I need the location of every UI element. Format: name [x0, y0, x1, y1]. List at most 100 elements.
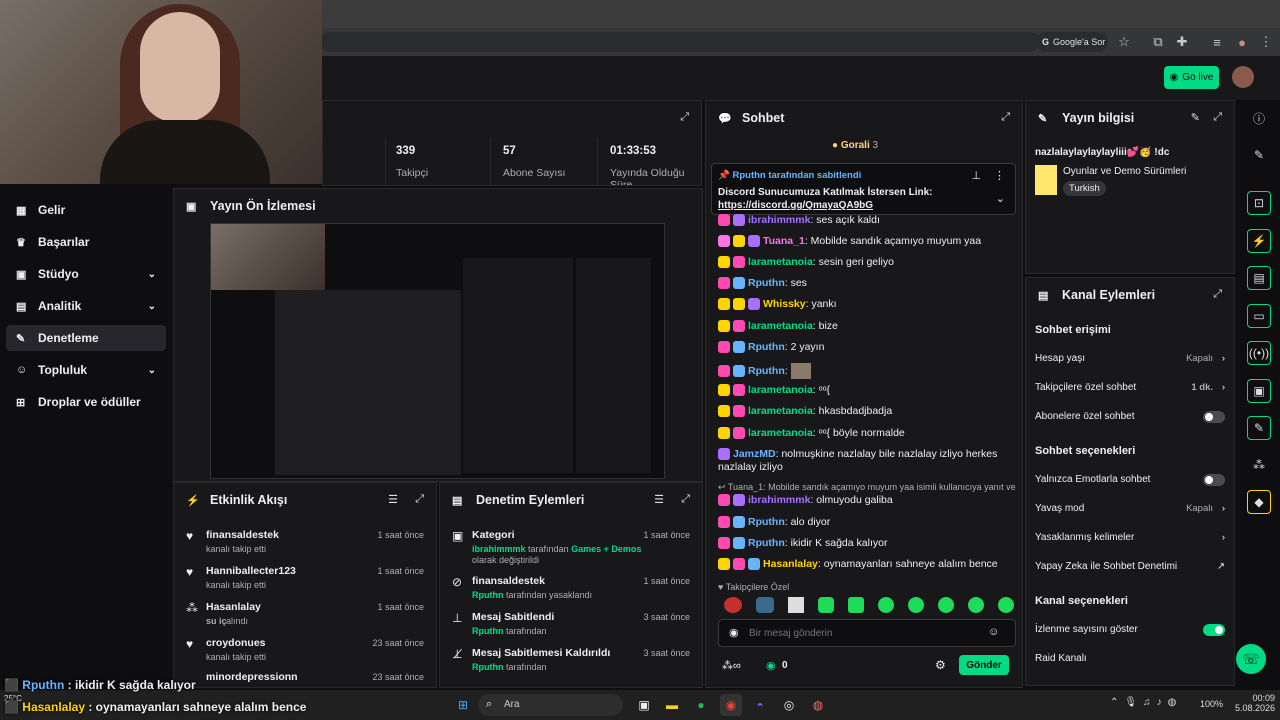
chat-message[interactable]: ibrahimmmk: olmuyodu galiba	[718, 494, 1018, 507]
chat-message[interactable]: JamzMD: nolmuşkine nazlalay bile nazlala…	[718, 448, 1010, 474]
system-tray[interactable]: ⌃🎙♫♪◍	[1110, 697, 1182, 708]
emote-icon[interactable]	[724, 597, 742, 613]
emote-icon[interactable]	[878, 597, 894, 613]
clock[interactable]: 00:09 5.08.2026	[1235, 693, 1275, 713]
show-viewers-setting[interactable]: İzlenme sayısını göster	[1035, 624, 1225, 636]
popout-icon[interactable]: ⤢	[1001, 111, 1010, 124]
raid-channel-action[interactable]: Raid Kanalı	[1035, 653, 1225, 664]
emote-icon[interactable]	[788, 597, 804, 613]
chat-icon[interactable]: ▭	[1247, 304, 1271, 328]
tag-chip[interactable]: Turkish	[1063, 181, 1106, 196]
emote-icon[interactable]	[818, 597, 834, 613]
taskbar-search[interactable]: ⌕ Ara	[478, 694, 623, 716]
popout-icon[interactable]: ⤢	[1213, 111, 1222, 124]
slow-mode-setting[interactable]: Yavaş mod Kapalı ›	[1035, 503, 1225, 514]
chat-message[interactable]: ibrahimmmk: ses açık kaldı	[718, 214, 1018, 227]
reply-context[interactable]: ↩ Tuana_1: Mobilde sandık açamıyo muyum …	[718, 481, 1016, 494]
sidebar-item-drops[interactable]: ⊞ Droplar ve ödüller	[16, 389, 166, 415]
pin-icon[interactable]: ⊥	[971, 169, 981, 182]
popout-icon[interactable]: ⤢	[680, 111, 689, 124]
emote-icon[interactable]	[848, 597, 864, 613]
chat-message[interactable]: larametanoia: bize	[718, 320, 1018, 333]
sidebar-item-achievements[interactable]: ♛ Başarılar	[16, 229, 166, 255]
chat-message[interactable]: Rputhn: alo diyor	[718, 516, 1018, 529]
channel-points-icon[interactable]: ⁂∞	[722, 659, 741, 672]
go-live-button[interactable]: ◉ Go live	[1164, 66, 1219, 89]
windows-start-icon[interactable]: ⊞	[452, 694, 474, 716]
taskview-icon[interactable]: ▣	[633, 694, 655, 716]
filter-icon[interactable]: ☰	[388, 493, 398, 506]
support-icon[interactable]: ☏	[1236, 644, 1266, 674]
pinned-message[interactable]: 📌 Rputhn tarafından sabitlendi Discord S…	[711, 163, 1016, 215]
gear-icon[interactable]: ⚙	[935, 658, 946, 672]
media-icon[interactable]: ≡	[1205, 30, 1229, 54]
chat-message[interactable]: Whissky: yankı	[718, 298, 1018, 311]
more-icon[interactable]: ⋮	[994, 169, 1005, 182]
steam-icon[interactable]: ◎	[778, 694, 800, 716]
sidebar-item-revenue[interactable]: ▦ Gelir	[16, 197, 166, 223]
discord-icon[interactable]: ◓	[749, 694, 771, 716]
document-icon[interactable]: ▤	[1247, 266, 1271, 290]
chat-message[interactable]: Hasanlalay: oynamayanları sahneye alalım…	[718, 558, 1018, 571]
spotify-icon[interactable]: ●	[690, 694, 712, 716]
chat-message[interactable]: Rputhn: ikidir K sağda kalıyor	[718, 537, 1018, 550]
sub-only-toggle[interactable]	[1203, 411, 1225, 423]
address-bar[interactable]	[320, 32, 1040, 52]
send-button[interactable]: Gönder	[959, 655, 1009, 675]
emoji-icon[interactable]: ☺	[988, 626, 999, 638]
popout-icon[interactable]: ⤢	[1213, 288, 1222, 301]
extension-icon[interactable]: ⧉	[1146, 30, 1170, 54]
sidebar-item-community[interactable]: ☺ Topluluk ⌄	[16, 357, 166, 383]
chat-message[interactable]: larametanoia: hkasbdadjbadja	[718, 405, 1018, 418]
chat-message[interactable]: Rputhn:	[718, 363, 1018, 379]
menu-icon[interactable]: ⋮	[1254, 30, 1278, 54]
channel-points-icon[interactable]: ⁂	[1247, 453, 1271, 477]
chat-input[interactable]	[718, 619, 1016, 647]
chrome-icon[interactable]: ◉	[720, 694, 742, 716]
emote-only-toggle[interactable]	[1203, 474, 1225, 486]
emote-icon[interactable]	[756, 597, 774, 613]
filter-icon[interactable]: ☰	[654, 493, 664, 506]
chat-message[interactable]: larametanoia: sesin geri geliyo	[718, 256, 1018, 269]
profile-icon[interactable]: ●	[1230, 30, 1254, 54]
channel-icon[interactable]: ▣	[1247, 379, 1271, 403]
stream-preview-video[interactable]	[210, 223, 665, 479]
popout-icon[interactable]: ⤢	[415, 493, 424, 506]
chevron-down-icon[interactable]: ⌄	[996, 192, 1005, 205]
sub-only-setting[interactable]: Abonelere özel sohbet	[1035, 411, 1225, 423]
show-viewers-toggle[interactable]	[1203, 624, 1225, 636]
sidebar-item-analytics[interactable]: ▤ Analitik ⌄	[16, 293, 166, 319]
banned-words-setting[interactable]: Yasaklanmış kelimeler ›	[1035, 532, 1225, 543]
star-icon[interactable]: ☆	[1112, 30, 1136, 54]
sidebar-item-moderation[interactable]: ✎ Denetleme	[6, 325, 166, 351]
popout-icon[interactable]: ⤢	[681, 493, 690, 506]
emote-icon[interactable]	[908, 597, 924, 613]
wrench-icon[interactable]: ✎	[1247, 416, 1271, 440]
chat-message[interactable]: larametanoia: ᵒᵒ{	[718, 384, 1018, 397]
bits-icon[interactable]: ◉	[729, 626, 739, 639]
follower-only-setting[interactable]: Takipçilere özel sohbet 1 dk. ›	[1035, 382, 1225, 393]
emote-only-setting[interactable]: Yalnızca Emotlarla sohbet	[1035, 474, 1225, 486]
account-age-setting[interactable]: Hesap yaşı Kapalı ›	[1035, 353, 1225, 364]
battery-indicator[interactable]: 100%	[1200, 699, 1223, 709]
top-gifter-banner[interactable]: ● Gorali 3	[832, 140, 878, 151]
chat-message[interactable]: Rputhn: 2 yayın	[718, 341, 1018, 354]
discord-link[interactable]: https://discord.gg/QmayaQA9bG	[718, 200, 873, 211]
google-search-chip[interactable]: G Google'a Sor	[1036, 32, 1108, 52]
puzzle-icon[interactable]: ✚	[1170, 30, 1194, 54]
app-icon[interactable]: ◍	[807, 694, 829, 716]
chat-message[interactable]: Tuana_1: Mobilde sandık açamıyo muyum ya…	[718, 235, 1018, 248]
chat-message[interactable]: Rputhn: ses	[718, 277, 1018, 290]
ai-mod-setting[interactable]: Yapay Zeka ile Sohbet Denetimi ↗	[1035, 561, 1225, 572]
edit-icon[interactable]: ✎	[1247, 143, 1271, 167]
emote-icon[interactable]	[998, 597, 1014, 613]
sidebar-item-studio[interactable]: ▣ Stüdyo ⌄	[16, 261, 166, 287]
clip-icon[interactable]: ⊡	[1247, 191, 1271, 215]
category-name[interactable]: Oyunlar ve Demo Sürümleri	[1063, 166, 1186, 177]
emote-icon[interactable]	[938, 597, 954, 613]
chat-message[interactable]: larametanoia: ᵒᵒ{ böyle normalde	[718, 427, 1018, 440]
avatar[interactable]	[1232, 66, 1254, 88]
folder-icon[interactable]: ▬	[661, 694, 683, 716]
ad-icon[interactable]: ◆	[1247, 490, 1271, 514]
emote-icon[interactable]	[968, 597, 984, 613]
